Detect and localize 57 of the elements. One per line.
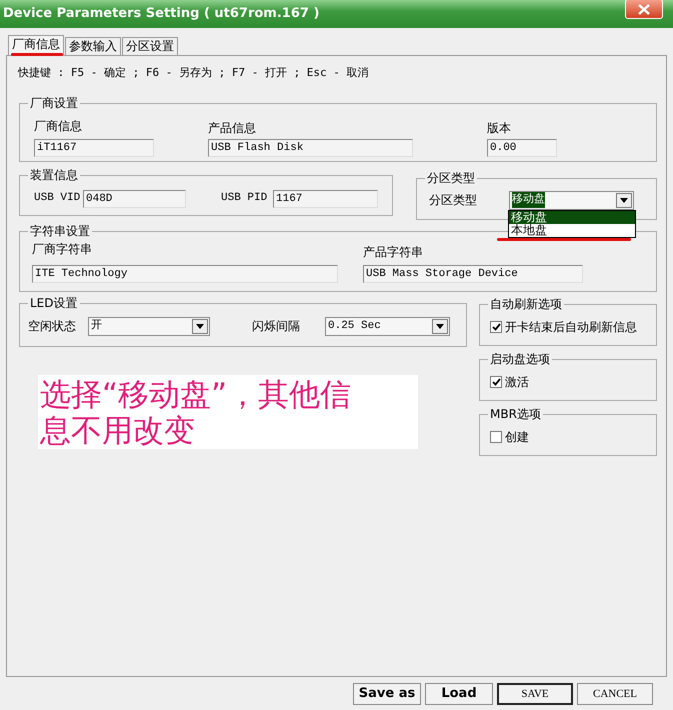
checkbox[interactable] bbox=[490, 376, 502, 388]
checkbox[interactable] bbox=[490, 430, 502, 442]
group-title: LED设置 bbox=[28, 296, 80, 310]
tab[interactable]: 厂商信息 bbox=[8, 35, 64, 55]
checkbox-label: 创建 bbox=[505, 428, 529, 446]
field-label: 空闲状态 bbox=[28, 318, 77, 335]
field-label: USB PID bbox=[221, 191, 268, 206]
group-title: 自动刷新选项 bbox=[488, 296, 564, 310]
dialog-button[interactable]: CANCEL bbox=[577, 683, 653, 705]
group-title: 装置信息 bbox=[28, 168, 80, 182]
dropdown[interactable]: 0.25 Sec bbox=[325, 316, 450, 336]
dropdown[interactable]: 移动盘 bbox=[509, 190, 634, 210]
dropdown-button[interactable] bbox=[616, 192, 632, 208]
dropdown-button[interactable] bbox=[432, 318, 448, 334]
dialog-button[interactable]: SAVE bbox=[497, 683, 573, 705]
field-label: 分区类型 bbox=[429, 192, 478, 209]
text-field[interactable]: iT1167 bbox=[34, 138, 154, 156]
text-field[interactable]: 048D bbox=[83, 190, 186, 208]
caret-icon bbox=[620, 198, 628, 202]
tab[interactable]: 参数输入 bbox=[65, 37, 121, 55]
field-label: 产品信息 bbox=[208, 120, 257, 136]
group-title: 启动盘选项 bbox=[488, 352, 552, 366]
tab[interactable]: 分区设置 bbox=[122, 37, 178, 55]
window-title: Device Parameters Setting ( ut67rom.167 ) bbox=[3, 5, 320, 24]
annotation-text: 选择“移动盘”，其他信息不用改变 bbox=[38, 374, 418, 448]
text-field[interactable]: USB Mass Storage Device bbox=[363, 264, 583, 282]
close-button[interactable] bbox=[625, 0, 663, 19]
shortcut-hint: 快捷键 : F5 - 确定 ; F6 - 另存为 ; F7 - 打开 ; Esc - 取消 bbox=[18, 65, 369, 81]
dropdown[interactable]: 开 bbox=[88, 316, 210, 336]
checkbox-label: 开卡结束后自动刷新信息 bbox=[505, 318, 637, 336]
field-label: 厂商信息 bbox=[34, 118, 83, 134]
text-field[interactable]: 0.00 bbox=[487, 138, 557, 156]
check-icon bbox=[492, 378, 500, 386]
group-title: 厂商设置 bbox=[28, 96, 80, 110]
field-label: 厂商字符串 bbox=[32, 240, 93, 258]
group-title: 字符串设置 bbox=[28, 224, 92, 238]
close-icon bbox=[638, 4, 650, 14]
dialog-button[interactable]: Load bbox=[425, 683, 493, 705]
caret-icon bbox=[436, 324, 444, 328]
dropdown-option[interactable]: 本地盘 bbox=[509, 224, 635, 236]
field-label: USB VID bbox=[34, 191, 82, 206]
checkbox-label: 激活 bbox=[505, 374, 529, 390]
dropdown-button[interactable] bbox=[192, 318, 208, 334]
group-title: 分区类型 bbox=[425, 170, 477, 184]
group-title: MBR选项 bbox=[488, 406, 543, 420]
dialog-button[interactable]: Save as bbox=[353, 683, 421, 705]
underline-mark bbox=[11, 53, 63, 56]
text-field[interactable]: USB Flash Disk bbox=[208, 138, 413, 156]
text-field[interactable]: 1167 bbox=[273, 190, 378, 208]
dropdown-option[interactable]: 移动盘 bbox=[509, 210, 635, 224]
caret-icon bbox=[196, 324, 204, 328]
text-field[interactable]: ITE Technology bbox=[32, 264, 338, 282]
field-label: 版本 bbox=[487, 120, 512, 136]
field-label: 产品字符串 bbox=[363, 244, 424, 260]
field-label: 闪烁间隔 bbox=[252, 318, 301, 335]
check-icon bbox=[492, 322, 500, 330]
checkbox[interactable] bbox=[490, 320, 502, 332]
